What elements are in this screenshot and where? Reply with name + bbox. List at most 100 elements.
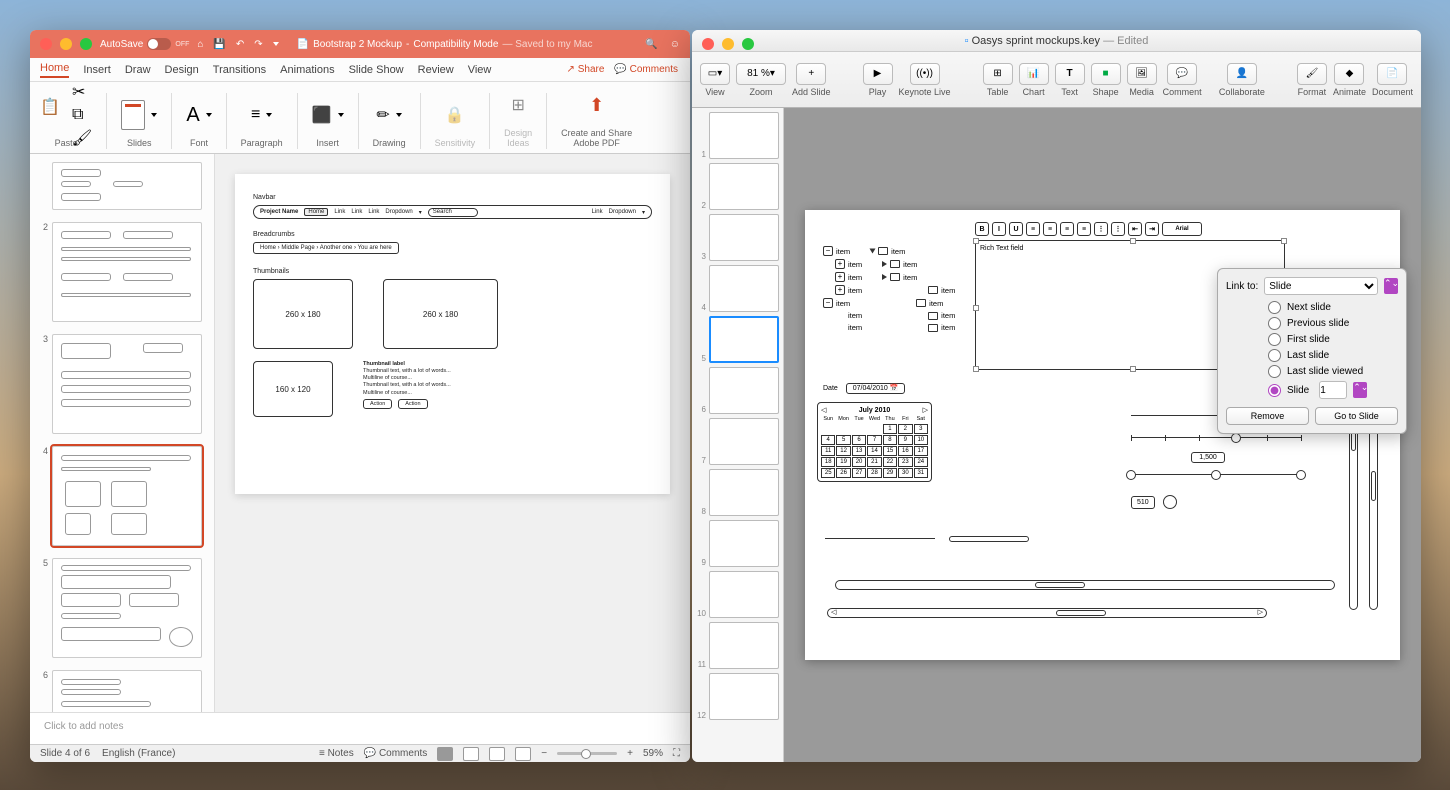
key-thumb-6[interactable] [709, 367, 779, 414]
minimize-button[interactable] [60, 38, 72, 50]
close-button[interactable] [40, 38, 52, 50]
keynote-live-btn[interactable]: ((•))Keynote Live [899, 63, 951, 97]
document-btn[interactable]: 📄Document [1372, 63, 1413, 97]
key-thumb-3[interactable] [709, 214, 779, 261]
key-thumb-7[interactable] [709, 418, 779, 465]
zoom-btn[interactable]: 81 % ▾Zoom [736, 63, 786, 97]
drawing-group[interactable]: ✏ Drawing [373, 93, 406, 149]
zoom-level[interactable]: 59% [643, 748, 663, 759]
tab-view[interactable]: View [468, 64, 492, 76]
slide-thumb-5[interactable] [52, 558, 202, 658]
ppt-body: 2 3 4 5 6 Navbar Project Name Home Link … [30, 154, 690, 712]
key-thumb-11[interactable] [709, 622, 779, 669]
notes-toggle[interactable]: ≡ Notes [319, 748, 354, 759]
slides-group[interactable]: Slides [121, 93, 157, 149]
normal-view-btn[interactable] [437, 747, 453, 761]
link-to-select[interactable]: Slide [1264, 277, 1378, 295]
radio-previous-slide[interactable] [1268, 317, 1281, 330]
fit-to-window-btn[interactable]: ⛶ [673, 748, 680, 759]
slide-counter: Slide 4 of 6 [40, 748, 90, 759]
zoom-slider[interactable] [557, 752, 617, 755]
ribbon: 📋✂⧉🖌 Paste Slides A Font ≡ Paragraph ⬛ I… [30, 82, 690, 154]
key-thumb-2[interactable] [709, 163, 779, 210]
slide-number-input[interactable] [1319, 381, 1347, 399]
account-icon[interactable]: ☺ [670, 39, 680, 50]
view-btn[interactable]: ▭▾View [700, 63, 730, 97]
radio-last-slide[interactable] [1268, 349, 1281, 362]
chart-btn[interactable]: 📊Chart [1019, 63, 1049, 97]
bold-icon: B [975, 222, 989, 236]
tab-slideshow[interactable]: Slide Show [349, 64, 404, 76]
collaborate-btn[interactable]: 👤Collaborate [1219, 63, 1265, 97]
tab-animations[interactable]: Animations [280, 64, 334, 76]
key-thumb-10[interactable] [709, 571, 779, 618]
key-thumb-5[interactable] [709, 316, 779, 363]
paragraph-group[interactable]: ≡ Paragraph [241, 93, 283, 149]
redo-icon[interactable]: ↷ [254, 39, 262, 50]
search-icon[interactable]: 🔍 [645, 39, 657, 50]
comments-toggle[interactable]: 💬 Comments [364, 748, 428, 759]
comments-button[interactable]: 💬 Comments [614, 64, 678, 75]
maximize-button[interactable] [80, 38, 92, 50]
zoom-in-btn[interactable]: + [627, 748, 633, 759]
slide-thumb-3[interactable] [52, 334, 202, 434]
format-btn[interactable]: 🖌Format [1297, 63, 1327, 97]
reading-view-btn[interactable] [489, 747, 505, 761]
slide-thumb-6[interactable] [52, 670, 202, 712]
radio-slide-number[interactable] [1268, 384, 1281, 397]
media-btn[interactable]: 🖼Media [1127, 63, 1157, 97]
save-icon[interactable]: 💾 [213, 39, 225, 50]
sorter-view-btn[interactable] [463, 747, 479, 761]
add-slide-btn[interactable]: +Add Slide [792, 63, 831, 97]
text-btn[interactable]: TText [1055, 63, 1085, 97]
minimize-button[interactable] [722, 38, 734, 50]
key-thumb-4[interactable] [709, 265, 779, 312]
copy-icon[interactable]: ⧉ [72, 106, 92, 124]
slide-navigator[interactable]: 2 3 4 5 6 [30, 154, 215, 712]
animate-btn[interactable]: ◆Animate [1333, 63, 1366, 97]
cut-icon[interactable]: ✂ [72, 82, 92, 102]
table-btn[interactable]: ⊞Table [983, 63, 1013, 97]
slide-thumb-1-partial[interactable] [52, 162, 202, 210]
key-thumb-8[interactable] [709, 469, 779, 516]
font-group[interactable]: A Font [186, 93, 211, 149]
zoom-out-btn[interactable]: − [541, 748, 547, 759]
notes-pane[interactable]: Click to add notes [30, 712, 690, 744]
maximize-button[interactable] [742, 38, 754, 50]
play-btn[interactable]: ▶Play [863, 63, 893, 97]
insert-group[interactable]: ⬛ Insert [312, 93, 344, 149]
link-popover: Link to: Slide ⌃⌄ Next slide Previous sl… [1217, 268, 1407, 434]
home-icon[interactable]: ⌂ [197, 39, 203, 50]
tab-transitions[interactable]: Transitions [213, 64, 266, 76]
radio-next-slide[interactable] [1268, 301, 1281, 314]
share-button[interactable]: ↗ Share [567, 64, 605, 75]
qat-dropdown-icon[interactable] [273, 42, 279, 46]
paste-group[interactable]: 📋✂⧉🖌 Paste [40, 93, 92, 149]
tab-insert[interactable]: Insert [83, 64, 111, 76]
tab-home[interactable]: Home [40, 62, 69, 78]
key-thumb-1[interactable] [709, 112, 779, 159]
key-slide-navigator[interactable]: 1 2 3 4 5 6 7 8 9 10 11 12 [692, 108, 784, 762]
slideshow-view-btn[interactable] [515, 747, 531, 761]
autosave-toggle[interactable]: AutoSave OFF [100, 38, 189, 50]
slide-thumb-2[interactable] [52, 222, 202, 322]
slide-thumb-4[interactable] [52, 446, 202, 546]
radio-first-slide[interactable] [1268, 333, 1281, 346]
shape-btn[interactable]: ■Shape [1091, 63, 1121, 97]
keynote-window: ▫ Oasys sprint mockups.key — Edited ▭▾Vi… [692, 30, 1421, 762]
tab-draw[interactable]: Draw [125, 64, 151, 76]
key-thumb-9[interactable] [709, 520, 779, 567]
close-button[interactable] [702, 38, 714, 50]
goto-slide-button[interactable]: Go to Slide [1315, 407, 1398, 425]
undo-icon[interactable]: ↶ [236, 39, 244, 50]
adobe-pdf-group[interactable]: ⬆ Create and Share Adobe PDF [561, 83, 632, 149]
stepper-icon[interactable]: ⌃⌄ [1353, 382, 1367, 398]
tab-design[interactable]: Design [165, 64, 199, 76]
remove-link-button[interactable]: Remove [1226, 407, 1309, 425]
slide-canvas[interactable]: Navbar Project Name Home Link Link Link … [235, 174, 670, 494]
comment-btn[interactable]: 💬Comment [1163, 63, 1202, 97]
tab-review[interactable]: Review [418, 64, 454, 76]
language-indicator[interactable]: English (France) [102, 748, 175, 759]
radio-last-viewed[interactable] [1268, 365, 1281, 378]
key-thumb-12[interactable] [709, 673, 779, 720]
